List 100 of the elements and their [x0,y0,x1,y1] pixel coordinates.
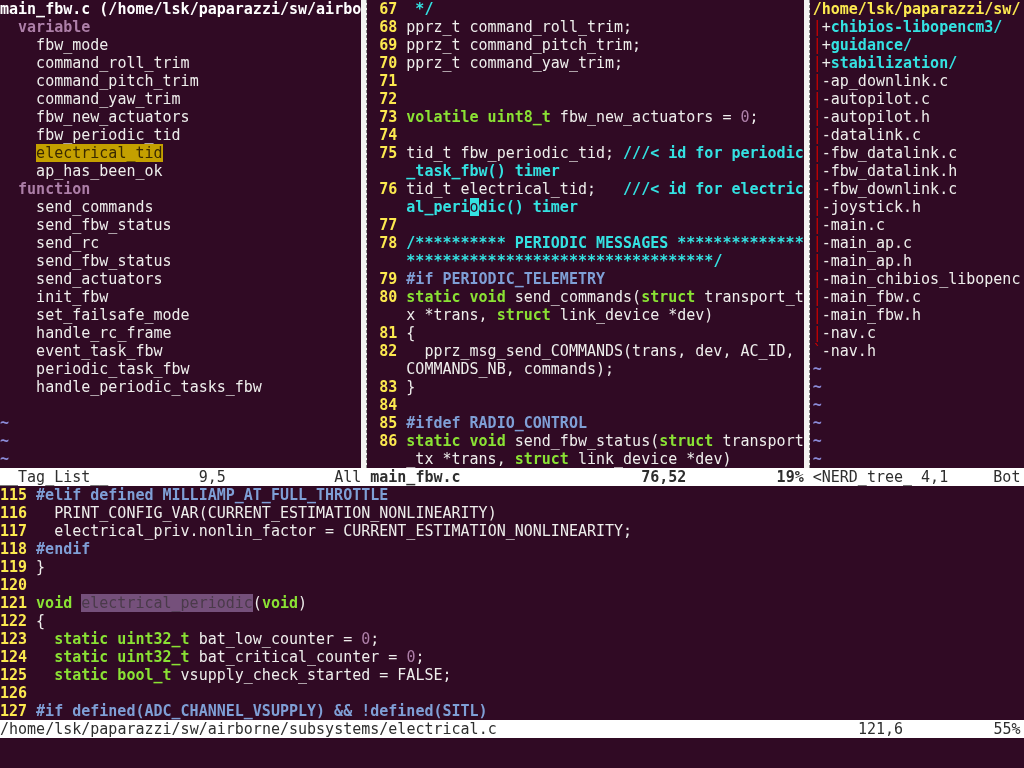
tree-line: | [812,198,822,216]
tree-file[interactable]: -datalink.c [821,126,922,144]
line-number: 124 [0,648,28,666]
tree-file[interactable]: -joystick.h [821,198,922,216]
line-number: 70 [378,54,398,72]
tree-line: | [812,90,822,108]
tree-root[interactable]: /home/lsk/paparazzi/sw/ [812,0,1021,18]
tree-folder[interactable]: +chibios-libopencm3/ [821,18,1003,36]
tag-item[interactable]: send_actuators [36,270,163,288]
tag-item[interactable]: command_yaw_trim [36,90,181,108]
line-number: 73 [378,108,398,126]
buffer-name: __Tag_List__ [0,468,110,486]
line-number: 83 [378,378,398,396]
scroll-position: 19% [776,468,804,486]
tree-file[interactable]: -fbw_downlink.c [821,180,958,198]
tree-file[interactable]: -main_chibios_libopenc [821,270,1021,288]
line-number: 85 [378,414,398,432]
empty-line-marker: ~ [812,414,822,432]
tree-line: | [812,108,822,126]
tree-line: | [812,36,822,54]
code-line: { [36,612,46,630]
cursor-position: 9,5 [198,468,227,486]
empty-line-marker: ~ [0,432,10,450]
tag-group-label[interactable]: function [0,180,91,198]
tree-file[interactable]: -autopilot.h [821,108,931,126]
empty-line-marker: ~ [812,360,822,378]
tag-item[interactable]: send_fbw_status [36,252,172,270]
line-number: 67 [378,0,398,18]
tree-file[interactable]: -fbw_datalink.c [821,144,958,162]
tree-folder[interactable]: +guidance/ [821,36,913,54]
tag-item[interactable]: command_roll_trim [36,54,190,72]
tag-item[interactable]: send_commands [36,198,154,216]
code-line: } [36,558,46,576]
tree-line: | [812,216,822,234]
tag-item[interactable]: fbw_periodic_tid [36,126,181,144]
tag-item[interactable]: periodic_task_fbw [36,360,190,378]
tree-file[interactable]: -ap_downlink.c [821,72,949,90]
code-line: COMMANDS_NB, commands); [406,360,615,378]
line-number: 121 [0,594,28,612]
tree-line: | [812,180,822,198]
tag-item[interactable]: fbw_new_actuators [36,108,190,126]
code-line: _tx *trans, struct link_device *dev) [406,450,732,468]
tag-group-label[interactable]: variable [0,18,91,36]
line-number: 123 [0,630,28,648]
line-number: 126 [0,684,28,702]
tree-file[interactable]: -fbw_datalink.h [821,162,958,180]
tree-line: | [812,324,822,342]
tree-line: | [812,18,822,36]
code-line: static uint32_t bat_critical_counter = 0; [53,648,425,666]
code-line: pprz_t command_yaw_trim; [406,54,624,72]
empty-line-marker: ~ [812,396,822,414]
code-line: } [406,378,416,396]
tag-item[interactable]: handle_rc_frame [36,324,172,342]
tree-file[interactable]: -main_fbw.c [821,288,922,306]
tree-file[interactable]: -nav.h [821,342,876,360]
cursor-position: 76,52 [641,468,688,486]
tag-item[interactable]: send_fbw_status [36,216,172,234]
line-number: 76 [378,180,398,198]
tag-item[interactable]: send_rc [36,234,100,252]
buffer-name: <NERD_tree_ [812,468,914,486]
line-number: 117 [0,522,28,540]
code-line: { [406,324,416,342]
scroll-position: Bot [993,468,1021,486]
code-line: tid_t fbw_periodic_tid; ///< id for periodic [406,144,804,162]
line-number: 81 [378,324,398,342]
tree-line: | [812,72,822,90]
tag-item[interactable]: set_failsafe_mode [36,306,190,324]
code-line: /********** PERIODIC MESSAGES ************** [406,234,804,252]
tree-file[interactable]: -main_ap.c [821,234,913,252]
tag-item[interactable]: fbw_mode [36,36,109,54]
cursor-position: 121,6 [857,720,905,738]
line-number: 82 [378,342,398,360]
tree-file[interactable]: -main_fbw.h [821,306,922,324]
tag-item[interactable]: handle_periodic_tasks_fbw [36,378,262,396]
tree-file[interactable]: -main_ap.h [821,252,913,270]
code-line: #ifdef RADIO_CONTROL [406,414,587,432]
line-number: 77 [378,216,398,234]
line-number: 75 [378,144,398,162]
code-line: PRINT_CONFIG_VAR(CURRENT_ESTIMATION_NONLINEARITY) [53,504,497,522]
tree-file[interactable]: -autopilot.c [821,90,931,108]
code-line: #elif defined MILLIAMP_AT_FULL_THROTTLE [36,486,389,504]
tree-folder[interactable]: +stabilization/ [821,54,958,72]
line-number: 122 [0,612,28,630]
code-line: #if PERIODIC_TELEMETRY [406,270,605,288]
line-number: 79 [378,270,398,288]
line-number: 84 [378,396,398,414]
tag-item[interactable]: command_pitch_trim [36,72,199,90]
tag-item[interactable]: init_fbw [36,288,109,306]
tag-item[interactable]: electrical_tid [36,144,163,162]
code-line: tid_t electrical_tid; ///< id for electric [406,180,804,198]
tree-file[interactable]: -main.c [821,216,885,234]
code-line: **********************************/ [406,252,723,270]
tree-file[interactable]: -nav.c [821,324,876,342]
tag-item[interactable]: ap_has_been_ok [36,162,163,180]
tree-line: | [812,162,822,180]
window-title: main_fbw.c (/home/lsk/paparazzi/sw/airbo [0,0,362,18]
code-line: pprz_t command_pitch_trim; [406,36,642,54]
empty-line-marker: ~ [812,450,822,468]
buffer-name: main_fbw.c [370,468,462,486]
tag-item[interactable]: event_task_fbw [36,342,163,360]
